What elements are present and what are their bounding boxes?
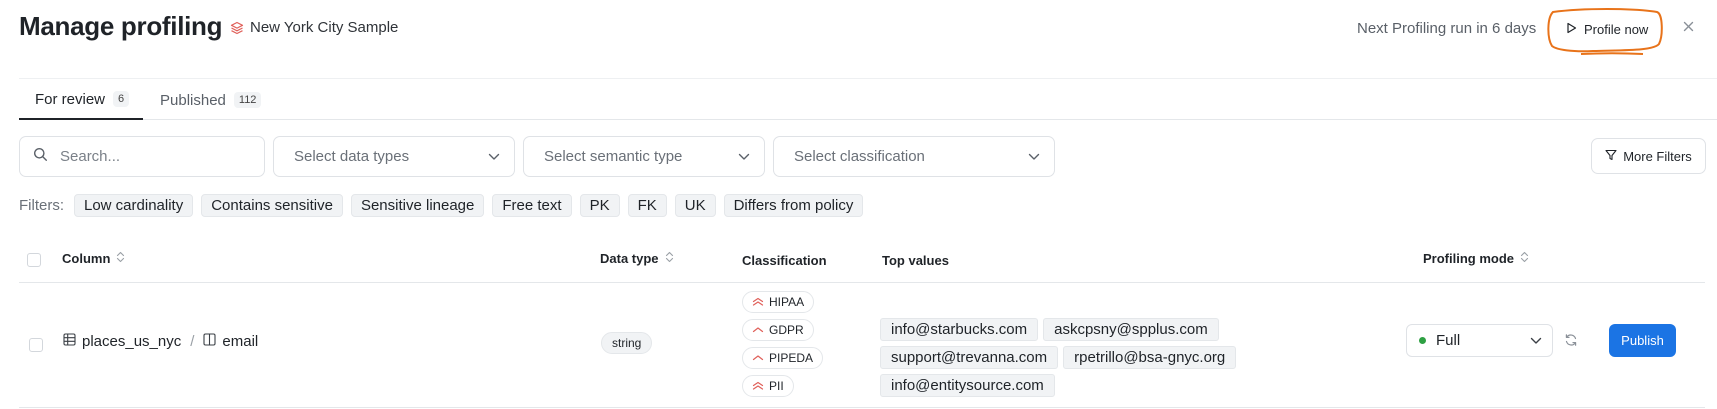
column-name-cell: places_us_nyc / email [63,333,258,350]
dataset-name: New York City Sample [250,19,399,36]
table-icon [63,333,76,350]
header-divider [19,78,1717,79]
quick-filters: Filters: Low cardinality Contains sensit… [19,194,864,217]
classification-select[interactable]: Select classification [773,136,1055,177]
search-input[interactable] [60,148,240,165]
data-type-badge: string [601,332,653,354]
top-values-list: info@starbucks.com askcpsny@spplus.com s… [880,318,1400,397]
layers-icon [230,21,244,35]
next-run-text: Next Profiling run in 6 days [1357,20,1537,37]
profile-now-button[interactable]: Profile now [1553,14,1662,44]
column-header-classification: Classification [742,253,827,268]
column-header-column[interactable]: Column [62,251,125,266]
data-types-placeholder: Select data types [294,148,410,165]
tab-published[interactable]: Published 112 [160,80,262,120]
table-header: Column Data type Classification Top valu… [19,236,1705,283]
header-label: Top values [882,253,949,268]
publish-button[interactable]: Publish [1609,324,1676,357]
tab-label: Published [160,91,226,109]
column-header-profiling-mode[interactable]: Profiling mode [1423,251,1529,266]
column-name: email [222,333,259,350]
column-icon [203,333,216,350]
chevron-down-icon [738,148,750,165]
top-value-chip: support@trevanna.com [880,346,1059,369]
quick-filters-label: Filters: [19,197,64,214]
filter-chip[interactable]: Sensitive lineage [350,194,485,217]
header-label: Classification [742,253,827,268]
sort-icon [116,251,125,266]
chevron-double-up-icon [752,295,764,309]
path-separator: / [190,333,195,350]
semantic-type-select[interactable]: Select semantic type [523,136,765,177]
column-header-data-type[interactable]: Data type [600,251,674,266]
top-value-chip: askcpsny@spplus.com [1043,318,1219,341]
columns-table: Column Data type Classification Top valu… [19,236,1705,408]
filter-chip[interactable]: Low cardinality [74,194,194,217]
classification-badge[interactable]: PIPEDA [742,347,824,369]
close-icon[interactable] [1682,20,1695,38]
filter-chip[interactable]: FK [627,194,667,217]
classification-badge[interactable]: HIPAA [742,291,815,313]
profiling-mode-value: Full [1436,332,1461,349]
dataset-label: New York City Sample [230,19,398,36]
classification-label: PII [769,379,784,393]
classification-label: PIPEDA [769,351,814,365]
tab-count-badge: 112 [233,92,262,108]
table-name: places_us_nyc [82,333,182,350]
search-box [19,136,265,177]
tab-count-badge: 6 [113,91,130,107]
page-title: Manage profiling [19,11,223,41]
tab-bar: For review 6 Published 112 [19,80,1717,120]
play-icon [1566,22,1577,37]
page-header: Manage profiling New York City Sample Ne… [0,0,1717,62]
top-value-chip: info@starbucks.com [880,318,1039,341]
filter-chip[interactable]: Free text [492,194,572,217]
status-dot [1419,337,1426,344]
chevron-down-icon [1530,332,1542,349]
classification-badge[interactable]: PII [742,375,794,397]
filter-chip[interactable]: UK [674,194,716,217]
table-row[interactable]: places_us_nyc / email string HIPAA GDPR … [19,283,1705,408]
more-filters-button[interactable]: More Filters [1591,138,1706,174]
chevron-up-icon [752,323,764,337]
column-header-top-values: Top values [882,253,949,268]
sort-icon [1520,251,1529,266]
classification-placeholder: Select classification [794,148,925,165]
classification-label: HIPAA [769,295,805,309]
search-icon [33,147,48,167]
filter-chip[interactable]: PK [579,194,620,217]
semantic-type-placeholder: Select semantic type [544,148,683,165]
filter-chip[interactable]: Contains sensitive [201,194,343,217]
chevron-down-icon [488,148,500,165]
tab-for-review[interactable]: For review 6 [19,80,143,120]
header-label: Profiling mode [1423,251,1514,266]
sort-icon [665,251,674,266]
filter-bar: Select data types Select semantic type S… [0,136,1717,178]
chevron-down-icon [1028,148,1040,165]
header-label: Data type [600,251,659,266]
top-value-chip: rpetrillo@bsa-gnyc.org [1063,346,1237,369]
filter-chip[interactable]: Differs from policy [723,194,864,217]
profiling-mode-select[interactable]: Full [1406,324,1553,357]
classification-badge[interactable]: GDPR [742,319,814,341]
row-checkbox[interactable] [29,338,43,352]
more-filters-label: More Filters [1623,148,1692,164]
refresh-icon[interactable] [1564,333,1578,352]
chevron-up-icon [752,351,764,365]
classification-list: HIPAA GDPR PIPEDA PII [742,291,824,397]
select-all-checkbox[interactable] [27,253,41,267]
classification-label: GDPR [769,323,804,337]
profile-now-label: Profile now [1584,21,1649,37]
tab-label: For review [35,90,106,108]
data-types-select[interactable]: Select data types [273,136,515,177]
top-value-chip: info@entitysource.com [880,374,1055,397]
header-label: Column [62,251,111,266]
chevron-double-up-icon [752,379,764,393]
filter-funnel-icon [1605,149,1617,164]
